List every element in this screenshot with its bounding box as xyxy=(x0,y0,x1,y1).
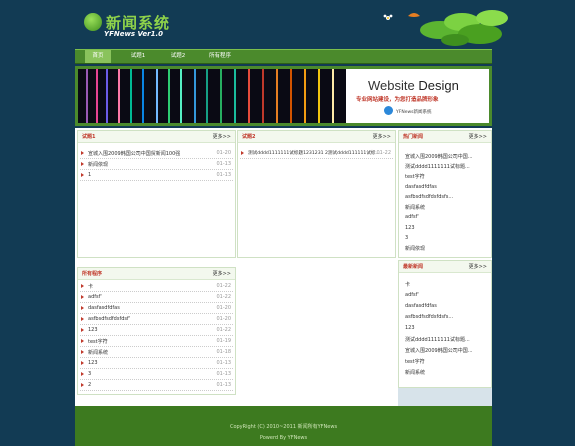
panel-header: 试题2 更多>> xyxy=(238,131,395,143)
copyright-text: CopyRight (C) 2010~2011 新闻所有YFNews xyxy=(229,424,338,430)
bullet-icon xyxy=(81,328,84,332)
list-item[interactable]: 新闻系统 xyxy=(405,369,425,378)
logo-icon xyxy=(84,13,102,31)
banner-title: Website Design xyxy=(368,78,459,93)
nav-test2[interactable]: 试题2 xyxy=(165,50,191,63)
list-item[interactable]: asfbsdfsdfdsfdsfs... xyxy=(405,314,453,323)
list-item[interactable]: test字符 xyxy=(405,173,425,182)
list-item[interactable]: 卡 01-22 xyxy=(80,282,233,292)
panel-header: 试题1 更多>> xyxy=(78,131,235,143)
panel-test1: 试题1 更多>> 宣城入围2009韩国公司中国贸新闻100强 01-20 新闻依现… xyxy=(77,130,236,258)
bullet-icon xyxy=(81,339,84,343)
list-item[interactable]: dasfasdfdfas xyxy=(405,184,437,193)
list-item[interactable]: asfbsdfsdfdsfdsfs... xyxy=(405,194,453,203)
main-content: 试题1 更多>> 宣城入围2009韩国公司中国贸新闻100强 01-20 新闻依现… xyxy=(75,128,492,406)
list-item[interactable]: test字符 01-19 xyxy=(80,337,233,347)
panel-hot-news: 热门新闻 更多>> 宣城入围2009韩国公司中国... 测试dddd111111… xyxy=(398,130,492,258)
list-item[interactable]: 宣城入围2009韩国公司中国... xyxy=(405,347,473,356)
more-link[interactable]: 更多>> xyxy=(373,133,391,140)
bullet-icon xyxy=(81,383,84,387)
bullet-icon xyxy=(81,173,84,177)
site-footer: CopyRight (C) 2010~2011 新闻所有YFNews Power… xyxy=(75,406,492,446)
leaves-decoration-icon xyxy=(383,10,508,46)
list-item[interactable]: 新闻系统 xyxy=(405,204,425,213)
list-item[interactable]: 新闻系统 01-18 xyxy=(80,348,233,358)
list-item[interactable]: 新闻依现 xyxy=(405,245,425,254)
bullet-icon xyxy=(81,317,84,321)
list-item[interactable]: 3 01-13 xyxy=(80,370,233,380)
panel-latest-news: 最新新闻 更多>> 卡 adfsf' dasfasdfdfas asfbsdfs… xyxy=(398,260,492,388)
list-item[interactable]: adfsf' xyxy=(405,292,419,301)
list-item[interactable]: 123 xyxy=(405,225,415,234)
banner-small-text: YFNews新闻系统 xyxy=(396,110,432,115)
panel-test2: 试题2 更多>> 测试dddd1111111试标题1231231 2测试dddd… xyxy=(237,130,396,258)
list-item[interactable]: 新闻依现 01-13 xyxy=(80,160,233,170)
list-item[interactable]: 卡 xyxy=(405,281,410,290)
banner-subtitle: 专业网站建设，为您打造品牌形象 xyxy=(356,97,439,103)
banner: Website Design 专业网站建设，为您打造品牌形象 YFNews新闻系… xyxy=(75,66,492,126)
bullet-icon xyxy=(81,361,84,365)
panel-header: 所有程序 更多>> xyxy=(78,268,235,280)
site-logo-subtitle: YFNews Ver1.0 xyxy=(104,30,164,38)
list-item[interactable]: 123 01-13 xyxy=(80,359,233,369)
list-item[interactable]: 1 01-13 xyxy=(80,171,233,181)
panel-title: 试题1 xyxy=(82,134,96,140)
banner-image: Website Design 专业网站建设，为您打造品牌形象 YFNews新闻系… xyxy=(78,69,489,123)
bullet-icon xyxy=(81,350,84,354)
panel-all-programs: 所有程序 更多>> 卡 01-22 adfsf' 01-22 dasfasdfdfa… xyxy=(77,267,236,395)
list-item[interactable]: 测试dddd1111111试标题1231231 2测试dddd111111试标.… xyxy=(240,149,393,159)
more-link[interactable]: 更多>> xyxy=(213,270,231,277)
list-item[interactable]: 3 xyxy=(405,235,408,244)
panel-header: 热门新闻 更多>> xyxy=(399,131,491,143)
bullet-icon xyxy=(81,295,84,299)
bullet-icon xyxy=(81,162,84,166)
more-link[interactable]: 更多>> xyxy=(213,133,231,140)
list-item[interactable]: dasfasdfdfas 01-20 xyxy=(80,304,233,314)
list-item[interactable]: 123 01-22 xyxy=(80,326,233,336)
list-item[interactable]: 宣城入围2009韩国公司中国贸新闻100强 01-20 xyxy=(80,149,233,159)
more-link[interactable]: 更多>> xyxy=(469,263,487,270)
main-nav: 首页 试题1 试题2 所有程序 xyxy=(75,49,492,64)
bullet-icon xyxy=(81,306,84,310)
list-item[interactable]: 123 xyxy=(405,325,415,334)
bullet-icon xyxy=(241,151,244,155)
list-item[interactable]: adfsf' xyxy=(405,214,419,223)
powered-by-text: Powerd By YFNews xyxy=(259,435,308,441)
panel-title: 试题2 xyxy=(242,134,256,140)
bullet-icon xyxy=(81,284,84,288)
panel-title: 热门新闻 xyxy=(403,134,424,140)
nav-test1[interactable]: 试题1 xyxy=(125,50,151,63)
sidebar-spacer xyxy=(398,388,492,406)
list-item[interactable]: adfsf' 01-22 xyxy=(80,293,233,303)
nav-home[interactable]: 首页 xyxy=(85,50,111,63)
panel-title: 最新新闻 xyxy=(403,264,424,270)
list-item[interactable]: 测试dddd1111111试标题... xyxy=(405,336,470,345)
list-item[interactable]: test字符 xyxy=(405,358,425,367)
nav-all-programs[interactable]: 所有程序 xyxy=(203,50,237,63)
panel-title: 所有程序 xyxy=(82,271,103,277)
panel-header: 最新新闻 更多>> xyxy=(399,261,491,273)
ie-logo-icon xyxy=(384,106,393,115)
list-item[interactable]: asfbsdfsdfdsfdsf' 01-20 xyxy=(80,315,233,325)
site-header: 新闻系统 YFNews Ver1.0 xyxy=(0,0,575,47)
list-item[interactable]: dasfasdfdfas xyxy=(405,303,437,312)
list-item[interactable]: 宣城入围2009韩国公司中国... xyxy=(405,153,473,162)
bullet-icon xyxy=(81,372,84,376)
more-link[interactable]: 更多>> xyxy=(469,133,487,140)
bullet-icon xyxy=(81,151,84,155)
list-item[interactable]: 2 01-13 xyxy=(80,381,233,391)
list-item[interactable]: 测试dddd1111111试标题... xyxy=(405,163,470,172)
